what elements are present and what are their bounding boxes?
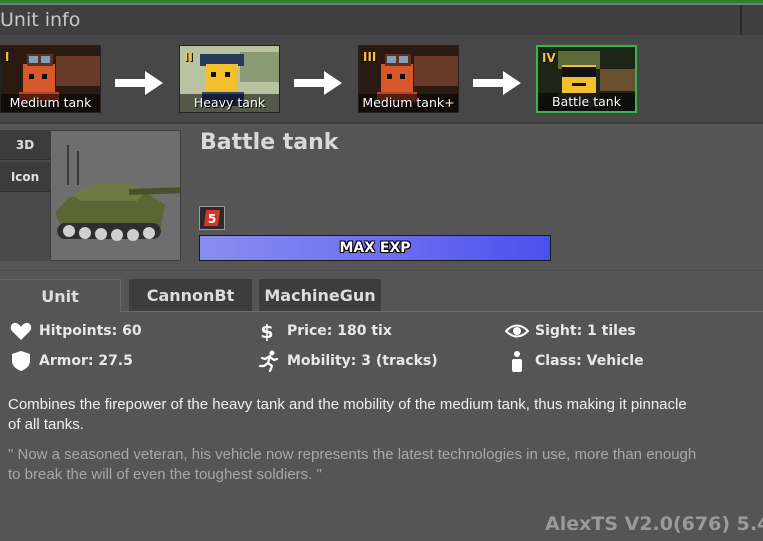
- tab-unit[interactable]: Unit: [0, 279, 121, 312]
- window-title: Unit info: [0, 9, 81, 31]
- rank-badge: 5: [199, 206, 225, 230]
- unit-description: Combines the firepower of the heavy tank…: [8, 396, 687, 433]
- view-3d-button[interactable]: 3D: [0, 130, 50, 160]
- tier-card-battle-tank[interactable]: IV Battle tank: [536, 45, 637, 113]
- person-icon: [512, 351, 522, 372]
- tier-card-medium-tank[interactable]: I Medium tank: [0, 45, 101, 113]
- arrow-right-icon: [473, 71, 521, 95]
- armor-value: Armor: 27.5: [39, 353, 133, 369]
- svg-text:$: $: [260, 321, 273, 342]
- arrow-right-icon: [115, 71, 163, 95]
- upgrade-path: I Medium tank II Heavy tank III Medium t…: [0, 35, 763, 123]
- tab-cannonbt[interactable]: CannonBt: [129, 279, 252, 312]
- experience-label: MAX EXP: [339, 240, 411, 256]
- tab-panel-border: [120, 311, 763, 312]
- heart-icon: [10, 322, 32, 340]
- section-divider: [0, 122, 763, 124]
- unit-3d-preview[interactable]: [50, 130, 181, 261]
- unit-flavor-quote: " Now a seasoned veteran, his vehicle no…: [8, 446, 697, 483]
- experience-bar: MAX EXP: [199, 235, 551, 261]
- tier-card-heavy-tank[interactable]: II Heavy tank: [179, 45, 280, 113]
- class-value: Class: Vehicle: [535, 353, 644, 369]
- dollar-icon: $: [260, 321, 273, 342]
- rank-number: 5: [208, 212, 216, 226]
- tier-label: Medium tank: [1, 94, 100, 112]
- eye-icon: [505, 324, 529, 338]
- mobility-value: Mobility: 3 (tracks): [287, 353, 438, 369]
- tier-numeral: I: [5, 50, 10, 64]
- tier-label: Medium tank+: [359, 94, 458, 112]
- price-value: Price: 180 tix: [287, 323, 392, 339]
- version-label: AlexTS V2.0(676) 5.4.: [545, 513, 763, 535]
- arrow-right-icon: [294, 71, 342, 95]
- tab-machinegun[interactable]: MachineGun: [259, 279, 381, 312]
- tier-numeral: III: [363, 50, 377, 64]
- hitpoints-value: Hitpoints: 60: [39, 323, 142, 339]
- tier-numeral: II: [184, 50, 193, 64]
- shield-icon: [12, 351, 30, 371]
- section-divider: [0, 270, 763, 271]
- tier-card-medium-tank-plus[interactable]: III Medium tank+: [358, 45, 459, 113]
- sight-value: Sight: 1 tiles: [535, 323, 636, 339]
- title-divider: [740, 5, 742, 35]
- info-tabs: Unit CannonBt MachineGun: [0, 279, 763, 312]
- tier-label: Battle tank: [538, 93, 635, 111]
- unit-name: Battle tank: [200, 130, 339, 155]
- view-icon-button[interactable]: Icon: [0, 162, 50, 192]
- tier-numeral: IV: [542, 51, 556, 65]
- tier-label: Heavy tank: [180, 94, 279, 112]
- running-person-icon: [258, 350, 279, 372]
- view-mode-tabs: 3D Icon: [0, 130, 50, 261]
- title-bar: Unit info: [0, 5, 763, 35]
